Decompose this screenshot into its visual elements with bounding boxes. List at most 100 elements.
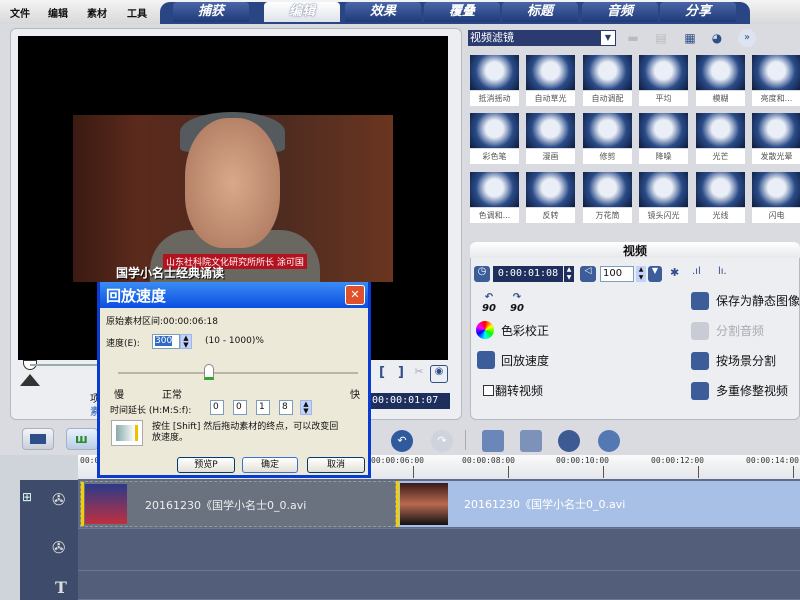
- save-still-button[interactable]: 保存为静态图像: [716, 292, 800, 309]
- undo-icon[interactable]: ↶: [391, 430, 413, 452]
- tab-share[interactable]: 分享: [660, 2, 736, 22]
- speed-range: (10 - 1000)%: [205, 336, 264, 346]
- tab-audio[interactable]: 音频: [582, 2, 658, 22]
- cut-icon[interactable]: ✂: [411, 365, 427, 383]
- surround-sound-icon[interactable]: [598, 430, 620, 452]
- timeline-view-button[interactable]: ш: [66, 428, 98, 450]
- chevron-down-icon[interactable]: ▼: [601, 31, 615, 45]
- filter-thumbnail[interactable]: 平均: [639, 55, 688, 106]
- fade-in-icon[interactable]: .ıl: [692, 266, 701, 277]
- ruler-tick: [793, 466, 794, 478]
- duration-field[interactable]: 0:00:01:08: [493, 266, 563, 282]
- smart-proxy-icon[interactable]: [558, 430, 580, 452]
- tab-title[interactable]: 标题: [502, 2, 578, 22]
- filter-thumbnail[interactable]: 色调和...: [470, 172, 519, 223]
- duration-minutes[interactable]: 0: [233, 400, 247, 415]
- filter-thumbnail[interactable]: 自动草光: [526, 55, 575, 106]
- duration-seconds[interactable]: 1: [256, 400, 270, 415]
- mark-out-button[interactable]: ]: [393, 365, 409, 383]
- filter-thumbnail[interactable]: 反转: [526, 172, 575, 223]
- reverse-video-checkbox[interactable]: [483, 385, 494, 396]
- close-button[interactable]: ✕: [345, 285, 365, 305]
- speed-input[interactable]: 300: [152, 334, 180, 349]
- original-duration: 原始素材区间:00:00:06:18: [106, 317, 218, 327]
- menu-tools[interactable]: 工具: [127, 5, 147, 20]
- filter-thumbnail[interactable]: 光芒: [696, 113, 745, 164]
- volume-spinner[interactable]: ▲ ▼: [636, 266, 646, 282]
- tab-edit[interactable]: 编辑: [264, 2, 340, 22]
- playback-speed-icon: [477, 351, 495, 369]
- tab-capture[interactable]: 捕获: [173, 2, 249, 22]
- rotate-right-button[interactable]: ↷ 90: [506, 292, 528, 314]
- tab-effect[interactable]: 效果: [345, 2, 421, 22]
- ripple-edit-icon[interactable]: ⊞: [22, 490, 32, 504]
- preview-button[interactable]: 预览P: [177, 457, 235, 473]
- rotate-left-button[interactable]: ↶ 90: [478, 292, 500, 314]
- volume-icon[interactable]: ◁: [580, 266, 596, 282]
- duration-hours[interactable]: 0: [210, 400, 224, 415]
- library-category-dropdown[interactable]: 视频滤镜: [468, 30, 616, 46]
- library-manager-icon[interactable]: ▦: [681, 29, 699, 47]
- filter-preview-image: [526, 55, 575, 90]
- apply-icon[interactable]: ◕: [708, 29, 726, 47]
- filter-preview-image: [696, 172, 745, 207]
- ruler-label: 00:00:06:00: [371, 456, 424, 465]
- speed-spinner[interactable]: ▲ ▼: [180, 334, 192, 349]
- color-wheel-icon: [476, 321, 494, 339]
- filter-thumbnail[interactable]: 镜头闪光: [639, 172, 688, 223]
- filter-thumbnail[interactable]: 漫画: [526, 113, 575, 164]
- multi-trim-button[interactable]: 多重修整视频: [716, 382, 788, 399]
- import-icon[interactable]: ▤: [652, 29, 670, 47]
- mute-icon[interactable]: ✱: [670, 266, 679, 279]
- filter-thumbnail[interactable]: 彩色笔: [470, 113, 519, 164]
- filter-thumbnail[interactable]: 万花筒: [583, 172, 632, 223]
- speed-slider-thumb[interactable]: [204, 364, 215, 380]
- playback-speed-button[interactable]: 回放速度: [501, 352, 549, 369]
- menu-clip[interactable]: 素材: [87, 5, 107, 20]
- filter-thumbnail[interactable]: 模糊: [696, 55, 745, 106]
- clip-name: 20161230《国学小名士0_0.avi: [145, 499, 307, 512]
- filter-label: 色调和...: [470, 208, 519, 223]
- duration-frames[interactable]: 8: [279, 400, 293, 415]
- filter-thumbnail[interactable]: 闪电: [752, 172, 800, 223]
- filter-thumbnail[interactable]: 光线: [696, 172, 745, 223]
- title-track-icon: T: [55, 578, 67, 597]
- filter-label: 降噪: [639, 149, 688, 164]
- volume-dropdown-icon[interactable]: ▼: [648, 266, 662, 282]
- filter-thumbnail[interactable]: 自动调配: [583, 55, 632, 106]
- timeline-clip[interactable]: 20161230《国学小名士0_0.avi: [80, 481, 396, 527]
- volume-input[interactable]: 100: [600, 266, 634, 282]
- duration-spinner[interactable]: ▲ ▼: [564, 266, 574, 282]
- filter-label: 自动草光: [526, 91, 575, 106]
- timecode-field[interactable]: 00:00:01:07: [370, 393, 450, 409]
- filter-thumbnail[interactable]: 发散光晕: [752, 113, 800, 164]
- track-manager-icon[interactable]: [520, 430, 542, 452]
- filter-label: 修剪: [583, 149, 632, 164]
- split-by-scene-button[interactable]: 按场景分割: [716, 352, 776, 369]
- filter-thumbnail[interactable]: 亮度和...: [752, 55, 800, 106]
- filter-preview-image: [639, 172, 688, 207]
- speed-slider-track[interactable]: [118, 372, 358, 374]
- mark-in-button[interactable]: [: [374, 365, 390, 383]
- redo-icon[interactable]: ↷: [431, 430, 453, 452]
- cancel-button[interactable]: 取消: [307, 457, 365, 473]
- ok-button[interactable]: 确定: [242, 457, 298, 473]
- menu-edit[interactable]: 编辑: [48, 5, 68, 20]
- expand-icon[interactable]: »: [738, 29, 756, 47]
- tab-overlay[interactable]: 覆叠: [424, 2, 500, 22]
- filter-thumbnail[interactable]: 修剪: [583, 113, 632, 164]
- menu-file[interactable]: 文件: [10, 5, 30, 20]
- timeline-clip-selected[interactable]: 20161230《国学小名士0_0.avi: [396, 481, 800, 527]
- filter-thumbnail[interactable]: 抵消摇动: [470, 55, 519, 106]
- filter-thumbnail[interactable]: 降噪: [639, 113, 688, 164]
- fade-out-icon[interactable]: lı.: [718, 266, 727, 277]
- overlay-track[interactable]: [78, 529, 800, 571]
- duration-spinner[interactable]: ▲ ▼: [300, 400, 312, 415]
- split-audio-button[interactable]: 分割音频: [716, 322, 764, 339]
- storyboard-view-button[interactable]: [22, 428, 54, 450]
- color-correction-button[interactable]: 色彩校正: [501, 322, 549, 339]
- enlarge-icon[interactable]: ◉: [430, 365, 448, 383]
- title-track[interactable]: [78, 571, 800, 600]
- record-capture-icon[interactable]: [482, 430, 504, 452]
- folder-icon[interactable]: ▬: [624, 29, 642, 47]
